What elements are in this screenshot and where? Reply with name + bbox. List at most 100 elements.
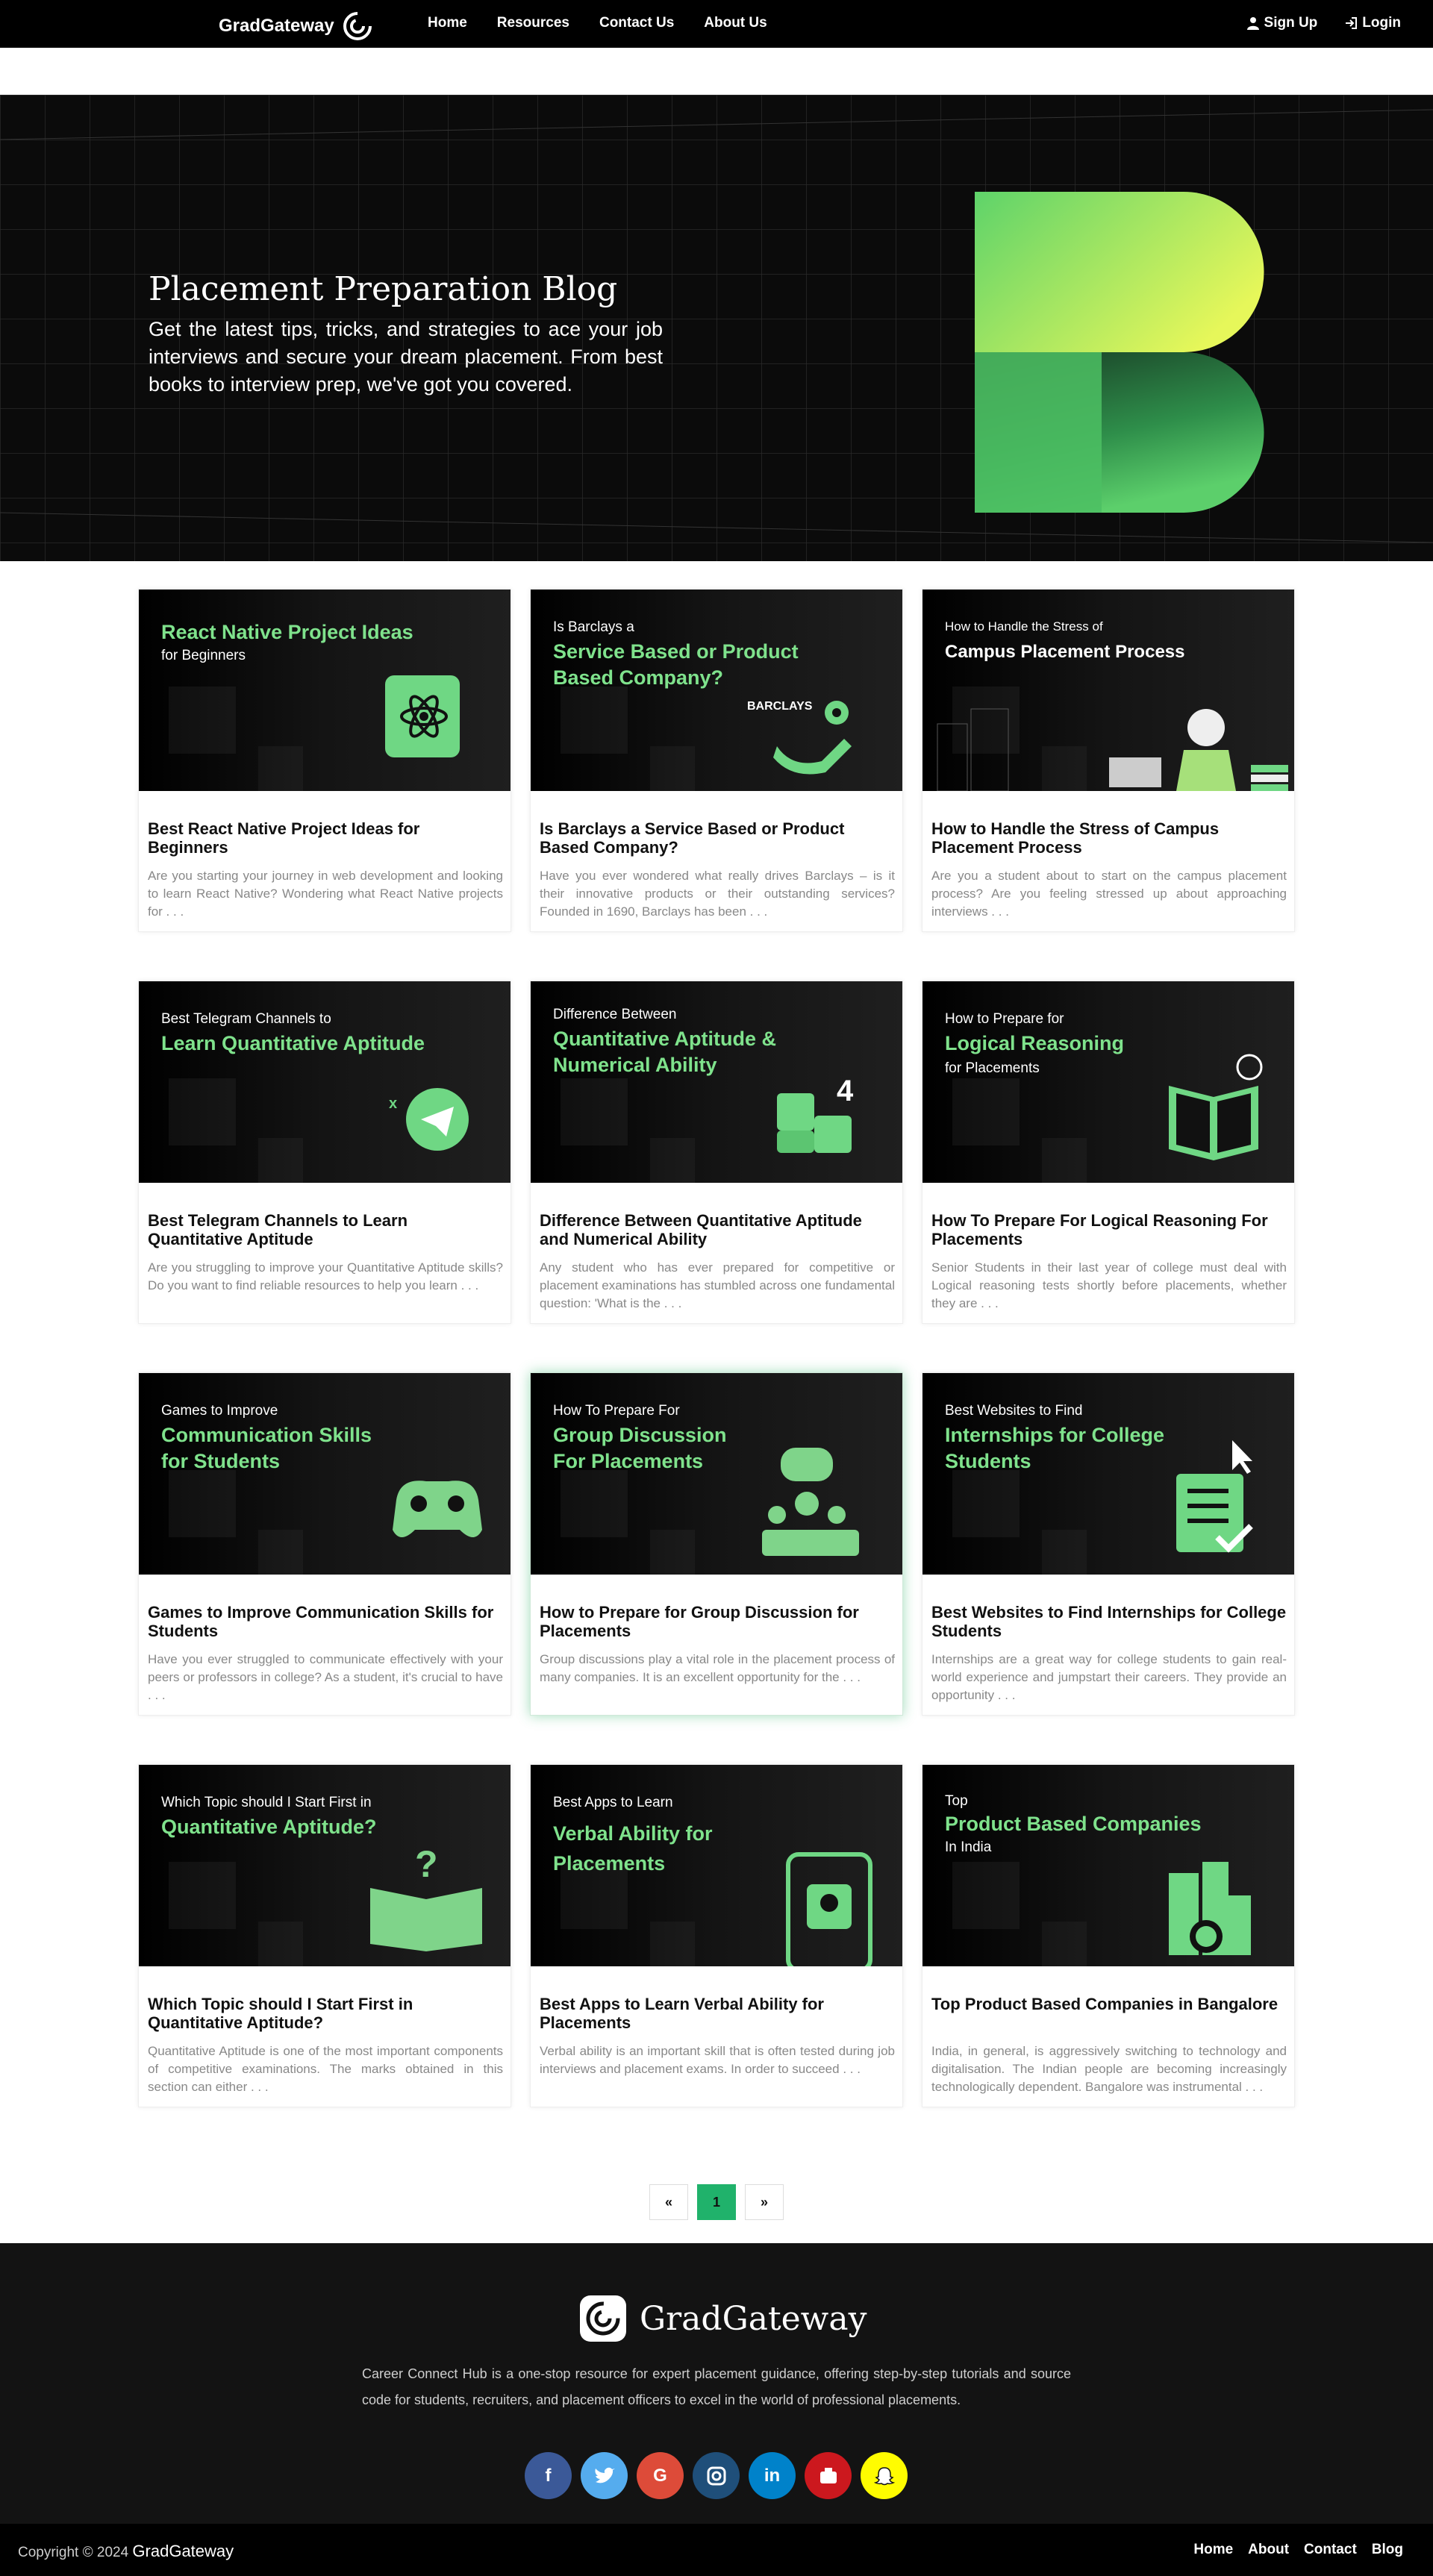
blog-card-title[interactable]: Best React Native Project Ideas for Begi… bbox=[148, 819, 503, 857]
blog-card-title[interactable]: Best Websites to Find Internships for Co… bbox=[931, 1603, 1287, 1640]
signup-button[interactable]: Sign Up bbox=[1246, 15, 1318, 31]
thumb-line: Which Topic should I Start First in bbox=[161, 1795, 372, 1810]
blog-card-title[interactable]: Which Topic should I Start First in Quan… bbox=[148, 1995, 503, 2032]
hero-title: Placement Preparation Blog bbox=[149, 270, 618, 308]
nav-link-contact-us[interactable]: Contact Us bbox=[599, 15, 674, 31]
login-icon bbox=[1346, 17, 1358, 29]
blog-card-title[interactable]: Is Barclays a Service Based or Product B… bbox=[540, 819, 895, 857]
blog-card-thumbnail: React Native Project Ideas for Beginners bbox=[139, 590, 511, 791]
thumb-highlight: Service Based or Product Based Company? bbox=[553, 640, 799, 689]
nav-link-about-us[interactable]: About Us bbox=[704, 15, 767, 31]
blog-card[interactable]: Best Telegram Channels to Learn Quantita… bbox=[138, 981, 511, 1324]
blog-card-excerpt: India, in general, is aggressively switc… bbox=[931, 2044, 1287, 2094]
login-button[interactable]: Login bbox=[1344, 15, 1401, 31]
nav-link-home[interactable]: Home bbox=[428, 15, 467, 31]
thumb-line: How to Handle the Stress of bbox=[945, 619, 1103, 634]
thumb-highlight: Communication Skills for Students bbox=[161, 1424, 372, 1472]
instagram-icon[interactable] bbox=[693, 2452, 740, 2499]
pagination-page-button[interactable]: 1 bbox=[697, 2184, 736, 2220]
blog-card-title[interactable]: How To Prepare For Logical Reasoning For… bbox=[931, 1211, 1287, 1248]
signup-label: Sign Up bbox=[1264, 15, 1318, 31]
blog-card-thumbnail: Which Topic should I Start First in Quan… bbox=[139, 1765, 511, 1966]
blog-card[interactable]: Difference Between Quantitative Aptitude… bbox=[530, 981, 903, 1324]
thumb-highlight: Logical Reasoning bbox=[945, 1032, 1125, 1054]
blog-card-title[interactable]: Best Apps to Learn Verbal Ability for Pl… bbox=[540, 1995, 895, 2032]
thumb-subtext: In India bbox=[945, 1839, 992, 1855]
blog-card-title[interactable]: Difference Between Quantitative Aptitude… bbox=[540, 1211, 895, 1248]
footer: GradGateway Career Connect Hub is a one-… bbox=[0, 2243, 1433, 2524]
pagination-next-button[interactable]: » bbox=[745, 2184, 784, 2220]
footer-brand-name: GradGateway bbox=[640, 2299, 867, 2338]
footer-link-about[interactable]: About bbox=[1248, 2542, 1289, 2558]
blog-card-excerpt: Senior Students in their last year of co… bbox=[931, 1260, 1287, 1310]
footer-brand[interactable]: GradGateway bbox=[580, 2295, 867, 2342]
thumb-highlight: Quantitative Aptitude & Numerical Abilit… bbox=[553, 1028, 777, 1076]
blog-card[interactable]: Is Barclays a Service Based or Product B… bbox=[530, 589, 903, 932]
facebook-icon[interactable]: f bbox=[525, 2452, 572, 2499]
copyright-brand[interactable]: GradGateway bbox=[132, 2542, 234, 2560]
blog-card-excerpt: Internships are a great way for college … bbox=[931, 1652, 1287, 1702]
footer-bottom-bar: Copyright © 2024 GradGateway Home About … bbox=[0, 2524, 1433, 2576]
brand-name: GradGateway bbox=[219, 16, 334, 36]
footer-link-home[interactable]: Home bbox=[1193, 2542, 1233, 2558]
blog-card-excerpt: Have you ever wondered what really drive… bbox=[540, 869, 895, 919]
blog-card[interactable]: How to Handle the Stress of Campus Place… bbox=[922, 589, 1295, 932]
hand-gear-icon bbox=[773, 701, 852, 775]
nav-link-resources[interactable]: Resources bbox=[497, 15, 569, 31]
hero-description: Get the latest tips, tricks, and strateg… bbox=[149, 318, 663, 396]
blog-card-excerpt: Verbal ability is an important skill tha… bbox=[540, 2044, 895, 2076]
footer-description: Career Connect Hub is a one-stop resourc… bbox=[362, 2366, 1071, 2407]
pagination: « 1 » bbox=[649, 2184, 784, 2220]
thumb-line: How To Prepare For bbox=[553, 1403, 680, 1419]
thumb-highlight: Verbal Ability for Placements bbox=[553, 1822, 713, 1875]
blog-card-thumbnail: Top Product Based Companies In India bbox=[922, 1765, 1294, 1966]
auth-links: Sign Up Login bbox=[1246, 15, 1401, 31]
blog-card[interactable]: Best Apps to Learn Verbal Ability for Pl… bbox=[530, 1764, 903, 2107]
blog-card-excerpt: Group discussions play a vital role in t… bbox=[540, 1652, 895, 1684]
blog-card[interactable]: Best Websites to Find Internships for Co… bbox=[922, 1372, 1295, 1716]
blog-card[interactable]: React Native Project Ideas for Beginners… bbox=[138, 589, 511, 932]
top-navbar: GradGateway Home Resources Contact Us Ab… bbox=[0, 0, 1433, 48]
thumb-highlight: Learn Quantitative Aptitude bbox=[161, 1032, 425, 1054]
google-icon[interactable]: G bbox=[637, 2452, 684, 2499]
blog-card-excerpt: Are you struggling to improve your Quant… bbox=[148, 1260, 503, 1292]
blog-card[interactable]: Games to Improve Communication Skills fo… bbox=[138, 1372, 511, 1716]
blog-card-excerpt: Any student who has ever prepared for co… bbox=[540, 1260, 895, 1310]
thumb-line: Is Barclays a bbox=[553, 619, 634, 635]
hero-banner: Placement Preparation Blog Get the lates… bbox=[0, 95, 1433, 561]
thumb-highlight: Internships for College Students bbox=[945, 1424, 1165, 1472]
smartphone-icon bbox=[786, 1852, 872, 1966]
brand[interactable]: GradGateway bbox=[219, 10, 373, 42]
group-discussion-icon bbox=[762, 1448, 859, 1556]
gradgateway-logo-icon bbox=[343, 12, 372, 40]
blog-card-title[interactable]: How to Handle the Stress of Campus Place… bbox=[931, 819, 1287, 857]
blog-card-title[interactable]: Best Telegram Channels to Learn Quantita… bbox=[148, 1211, 503, 1248]
hero-b-logo-icon bbox=[975, 192, 1264, 513]
puzzle-icon: 4 bbox=[777, 1075, 854, 1153]
footer-link-blog[interactable]: Blog bbox=[1372, 2542, 1403, 2558]
blog-card[interactable]: Which Topic should I Start First in Quan… bbox=[138, 1764, 511, 2107]
blog-card-title[interactable]: Games to Improve Communication Skills fo… bbox=[148, 1603, 503, 1640]
footer-link-contact[interactable]: Contact bbox=[1304, 2542, 1357, 2558]
linkedin-icon[interactable]: in bbox=[749, 2452, 796, 2499]
blog-card-thumbnail: Best Apps to Learn Verbal Ability for Pl… bbox=[531, 1765, 902, 1966]
nav-links: Home Resources Contact Us About Us bbox=[428, 15, 767, 31]
blog-card[interactable]: How To Prepare For Group Discussion For … bbox=[530, 1372, 903, 1716]
blog-card-title[interactable]: How to Prepare for Group Discussion for … bbox=[540, 1603, 895, 1640]
blog-card-thumbnail: How to Prepare for Logical Reasoning for… bbox=[922, 981, 1294, 1183]
blog-card[interactable]: Top Product Based Companies In India Top… bbox=[922, 1764, 1295, 2107]
thumb-line: Difference Between bbox=[553, 1007, 677, 1022]
company-buildings-icon bbox=[1169, 1862, 1251, 1955]
thumb-line: Top bbox=[945, 1793, 968, 1809]
blog-card-thumbnail: Best Websites to Find Internships for Co… bbox=[922, 1373, 1294, 1575]
blog-card[interactable]: How to Prepare for Logical Reasoning for… bbox=[922, 981, 1295, 1324]
open-book-icon bbox=[1169, 1054, 1263, 1160]
telegram-icon: x bbox=[389, 1088, 469, 1151]
pagination-prev-button[interactable]: « bbox=[649, 2184, 688, 2220]
snapchat-icon[interactable] bbox=[861, 2452, 908, 2499]
thumb-highlight: Quantitative Aptitude? bbox=[161, 1816, 377, 1838]
blog-card-title[interactable]: Top Product Based Companies in Bangalore bbox=[931, 1995, 1287, 2013]
youtube-icon[interactable] bbox=[805, 2452, 852, 2499]
thumb-line: Best Apps to Learn bbox=[553, 1795, 673, 1810]
twitter-icon[interactable] bbox=[581, 2452, 628, 2499]
